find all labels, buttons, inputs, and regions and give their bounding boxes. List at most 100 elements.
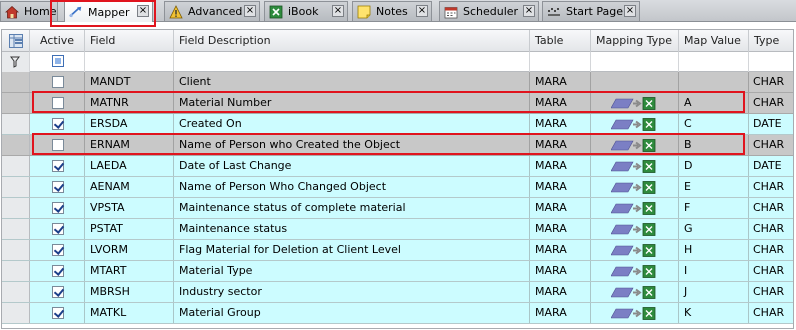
column-header-table[interactable]: Table	[530, 30, 591, 52]
mapping-type-cell[interactable]	[591, 72, 679, 92]
tab-home[interactable]: Home	[0, 1, 58, 21]
table-row[interactable]: MBRSH Industry sector MARA J CHAR	[2, 282, 793, 303]
map-value-cell[interactable]: A	[679, 93, 749, 113]
table-row[interactable]: ERNAM Name of Person who Created the Obje…	[2, 135, 793, 156]
map-value-cell[interactable]: B	[679, 135, 749, 155]
row-selector[interactable]	[2, 240, 30, 260]
active-cell[interactable]	[30, 135, 85, 155]
mapping-type-cell[interactable]	[591, 282, 679, 302]
filter-checkbox-icon[interactable]	[52, 55, 64, 67]
column-header-map-value[interactable]: Map Value	[679, 30, 749, 52]
table-row[interactable]: MANDT Client MARA CHAR	[2, 72, 793, 93]
mapping-type-cell[interactable]	[591, 93, 679, 113]
active-cell[interactable]	[30, 240, 85, 260]
excel-mapping-icon[interactable]	[610, 118, 657, 131]
map-value-cell[interactable]: K	[679, 303, 749, 323]
filter-description-input[interactable]	[174, 52, 530, 72]
row-selector[interactable]	[2, 303, 30, 323]
table-row[interactable]: AENAM Name of Person Who Changed Object MA…	[2, 177, 793, 198]
filter-icon[interactable]	[10, 56, 20, 68]
active-checkbox[interactable]	[52, 181, 64, 193]
row-selector[interactable]	[2, 219, 30, 239]
active-cell[interactable]	[30, 303, 85, 323]
table-row[interactable]: MATKL Material Group MARA K CHAR	[2, 303, 793, 324]
row-selector[interactable]	[2, 177, 30, 197]
map-value-cell[interactable]	[679, 72, 749, 92]
close-icon[interactable]: ×	[416, 5, 428, 17]
mapping-type-cell[interactable]	[591, 156, 679, 176]
row-selector[interactable]	[2, 156, 30, 176]
active-checkbox[interactable]	[52, 307, 64, 319]
table-row[interactable]: VPSTA Maintenance status of complete mate…	[2, 198, 793, 219]
row-selector[interactable]	[2, 135, 30, 155]
table-row[interactable]: LVORM Flag Material for Deletion at Clien…	[2, 240, 793, 261]
row-selector[interactable]	[2, 93, 30, 113]
active-checkbox[interactable]	[52, 244, 64, 256]
filter-mapping-type-input[interactable]	[591, 52, 679, 72]
filter-table-input[interactable]	[530, 52, 591, 72]
mapping-type-cell[interactable]	[591, 240, 679, 260]
map-value-cell[interactable]: H	[679, 240, 749, 260]
mapping-type-cell[interactable]	[591, 303, 679, 323]
filter-field-input[interactable]	[85, 52, 174, 72]
row-selector[interactable]	[2, 72, 30, 92]
filter-map-value-input[interactable]	[679, 52, 749, 72]
excel-mapping-icon[interactable]	[610, 181, 657, 194]
active-cell[interactable]	[30, 114, 85, 134]
active-checkbox[interactable]	[52, 286, 64, 298]
table-row[interactable]: PSTAT Maintenance status MARA G CHAR	[2, 219, 793, 240]
map-value-cell[interactable]: I	[679, 261, 749, 281]
column-chooser-button[interactable]	[2, 30, 30, 52]
excel-mapping-icon[interactable]	[610, 160, 657, 173]
filter-active-cell[interactable]	[30, 52, 85, 72]
excel-mapping-icon[interactable]	[610, 97, 657, 110]
mapping-type-cell[interactable]	[591, 198, 679, 218]
active-cell[interactable]	[30, 156, 85, 176]
column-header-field[interactable]: Field	[85, 30, 174, 52]
tab-advanced[interactable]: Advanced ×	[164, 1, 260, 21]
excel-mapping-icon[interactable]	[610, 202, 657, 215]
row-selector[interactable]	[2, 282, 30, 302]
mapping-type-cell[interactable]	[591, 261, 679, 281]
column-header-mapping-type[interactable]: Mapping Type	[591, 30, 679, 52]
excel-mapping-icon[interactable]	[610, 223, 657, 236]
column-header-description[interactable]: Field Description	[174, 30, 530, 52]
tab-mapper[interactable]: Mapper ×	[64, 1, 153, 22]
column-header-type[interactable]: Type	[749, 30, 793, 52]
active-cell[interactable]	[30, 261, 85, 281]
active-cell[interactable]	[30, 219, 85, 239]
mapping-type-cell[interactable]	[591, 135, 679, 155]
active-checkbox[interactable]	[52, 76, 64, 88]
excel-mapping-icon[interactable]	[610, 265, 657, 278]
close-icon[interactable]: ×	[523, 5, 535, 17]
column-header-active[interactable]: Active	[30, 30, 85, 52]
table-row[interactable]: MTART Material Type MARA I CHAR	[2, 261, 793, 282]
table-row[interactable]: LAEDA Date of Last Change MARA D DATE	[2, 156, 793, 177]
close-icon[interactable]: ×	[244, 5, 256, 17]
tab-notes[interactable]: Notes ×	[352, 1, 432, 21]
tab-start-page[interactable]: Start Page ×	[542, 1, 640, 21]
row-selector[interactable]	[2, 198, 30, 218]
active-cell[interactable]	[30, 198, 85, 218]
active-cell[interactable]	[30, 282, 85, 302]
active-checkbox[interactable]	[52, 265, 64, 277]
active-checkbox[interactable]	[52, 97, 64, 109]
row-selector[interactable]	[2, 114, 30, 134]
mapping-type-cell[interactable]	[591, 177, 679, 197]
map-value-cell[interactable]: C	[679, 114, 749, 134]
table-row[interactable]: ERSDA Created On MARA C DATE	[2, 114, 793, 135]
excel-mapping-icon[interactable]	[610, 286, 657, 299]
excel-mapping-icon[interactable]	[610, 244, 657, 257]
map-value-cell[interactable]: D	[679, 156, 749, 176]
map-value-cell[interactable]: J	[679, 282, 749, 302]
mapping-type-cell[interactable]	[591, 114, 679, 134]
tab-scheduler[interactable]: Scheduler ×	[439, 1, 539, 21]
map-value-cell[interactable]: E	[679, 177, 749, 197]
active-cell[interactable]	[30, 177, 85, 197]
excel-mapping-icon[interactable]	[610, 307, 657, 320]
map-value-cell[interactable]: F	[679, 198, 749, 218]
mapping-type-cell[interactable]	[591, 219, 679, 239]
active-checkbox[interactable]	[52, 139, 64, 151]
active-checkbox[interactable]	[52, 202, 64, 214]
table-row[interactable]: MATNR Material Number MARA A CHAR	[2, 93, 793, 114]
